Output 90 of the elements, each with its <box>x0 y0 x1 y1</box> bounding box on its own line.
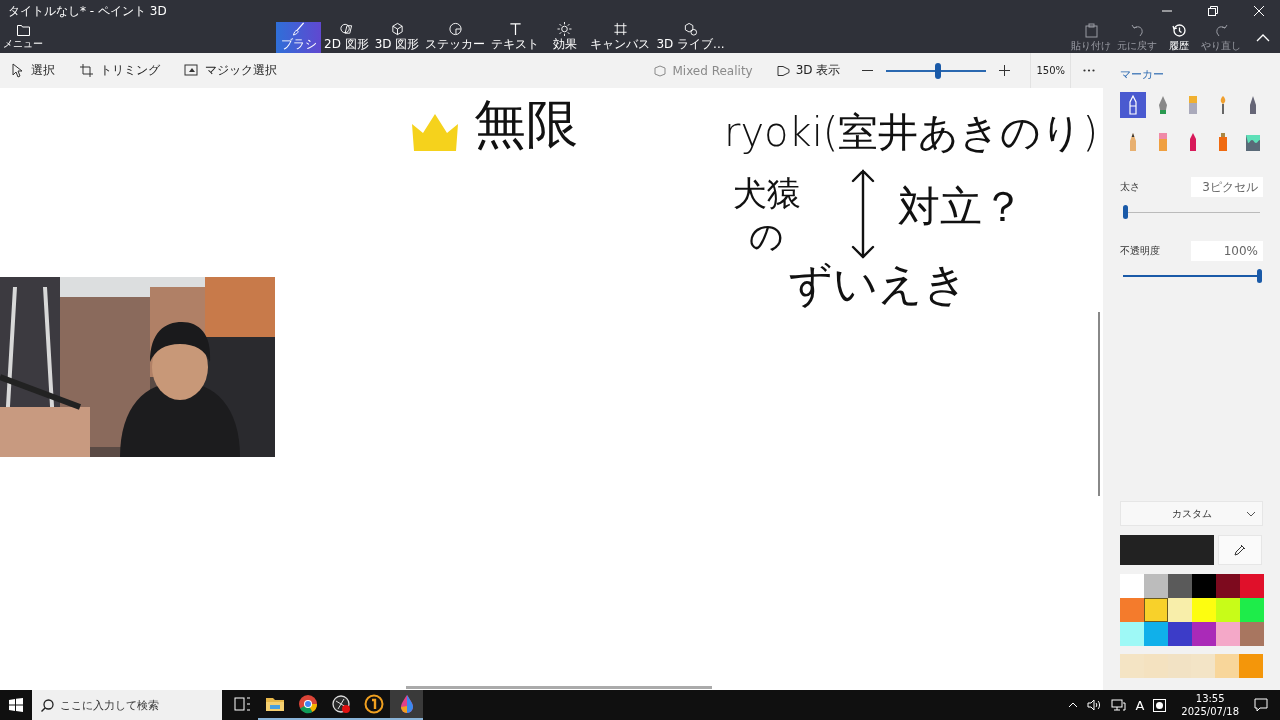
color-swatch[interactable] <box>1120 654 1144 678</box>
folder-icon <box>16 24 30 36</box>
notification-icon[interactable] <box>1254 698 1268 712</box>
menu-button[interactable]: メニュー <box>0 22 46 53</box>
clock-time[interactable]: 13:55 <box>1195 691 1225 705</box>
color-swatch[interactable] <box>1168 574 1192 598</box>
crown-drawing <box>410 112 460 152</box>
coin-icon <box>363 694 384 714</box>
eyedropper-icon <box>1234 544 1246 556</box>
color-swatch[interactable] <box>1192 598 1216 622</box>
color-swatch[interactable] <box>1240 622 1264 646</box>
color-swatch[interactable] <box>1240 574 1264 598</box>
setting-label: 太さ <box>1120 180 1140 194</box>
undo-icon <box>1129 22 1145 38</box>
color-swatch[interactable] <box>1168 598 1192 622</box>
tool-tab[interactable]: 2D 図形 <box>321 22 372 53</box>
shapes-icon <box>338 22 354 36</box>
color-swatch[interactable] <box>1216 598 1240 622</box>
panel-title: マーカー <box>1120 67 1165 82</box>
color-swatch[interactable] <box>1144 574 1168 598</box>
zoom-in-icon[interactable] <box>999 65 1011 76</box>
recorder-icon <box>330 694 351 714</box>
canvas-icon <box>612 22 628 36</box>
tool-tab[interactable]: 3D ライブ... <box>653 22 728 53</box>
brush-button[interactable] <box>1120 92 1146 118</box>
clock-date[interactable]: 2025/07/18 <box>1181 705 1239 719</box>
color-swatch[interactable] <box>1192 574 1216 598</box>
chrome-icon <box>297 694 318 714</box>
taskbar-button[interactable] <box>390 690 423 720</box>
color-swatch[interactable] <box>1240 598 1264 622</box>
windows-icon <box>9 698 23 712</box>
color-swatch[interactable] <box>1120 598 1144 622</box>
magic-button[interactable]: マジック選択 <box>184 62 277 79</box>
color-swatch[interactable] <box>1120 574 1144 598</box>
color-swatch[interactable] <box>1216 574 1240 598</box>
app-tray-icon[interactable] <box>1153 698 1167 712</box>
brush-icon <box>291 22 306 36</box>
select-button[interactable]: 選択 <box>10 62 55 79</box>
clipboard-icon <box>1083 22 1099 38</box>
color-mode-dropdown[interactable]: カスタム <box>1120 501 1263 526</box>
collapse-icon[interactable] <box>1256 33 1270 42</box>
color-swatch[interactable] <box>1239 654 1263 678</box>
color-swatch[interactable] <box>1192 622 1216 646</box>
sun-icon <box>557 22 573 36</box>
more-icon[interactable] <box>1083 69 1095 72</box>
volume-icon[interactable] <box>1087 699 1103 711</box>
color-swatch[interactable] <box>1215 654 1240 678</box>
search-field[interactable]: ここに入力して検索 <box>32 690 222 720</box>
value-field[interactable]: 3ピクセル <box>1191 177 1263 197</box>
handwritten-text: 無限 <box>474 96 578 154</box>
history-icon <box>1171 22 1187 38</box>
crop-button[interactable]: トリミング <box>79 62 160 79</box>
restore-icon[interactable] <box>1208 6 1218 16</box>
setting-label: 不透明度 <box>1120 244 1160 258</box>
chevron-down-icon <box>1246 511 1256 517</box>
slider-thumb[interactable] <box>1122 205 1128 219</box>
redo-icon <box>1213 22 1229 38</box>
tool-tab[interactable]: 3D 図形 <box>371 22 423 53</box>
handwritten-text: 対立？ <box>898 184 1024 231</box>
slider-thumb[interactable] <box>1257 269 1262 283</box>
tool-tab[interactable]: ステッカー <box>422 22 489 53</box>
color-swatch[interactable] <box>1120 622 1144 646</box>
tool-tab[interactable]: 効果 <box>542 22 588 53</box>
network-icon[interactable] <box>1111 699 1127 711</box>
history-button[interactable]: 履歴 <box>1160 22 1198 53</box>
3d-view-button[interactable]: 3D 表示 <box>776 62 841 79</box>
value-field[interactable]: 100% <box>1191 241 1263 261</box>
pointer-icon <box>10 63 25 78</box>
color-swatch[interactable] <box>1167 654 1192 678</box>
color-swatch[interactable] <box>1143 654 1168 678</box>
close-icon[interactable] <box>1254 6 1264 16</box>
handwritten-text: ずいえき <box>788 260 968 309</box>
task-view-icon <box>231 694 252 714</box>
color-swatch[interactable] <box>1144 622 1168 646</box>
text-icon <box>507 22 523 36</box>
tool-tab[interactable]: ブラシ <box>276 22 321 53</box>
handwritten-text: 犬猿の <box>731 172 802 257</box>
handwritten-text: ryoki(室井あきのり) <box>724 110 1099 154</box>
ime-indicator[interactable]: A <box>1135 697 1145 713</box>
tool-tab[interactable]: テキスト <box>488 22 543 53</box>
tool-tab[interactable]: キャンバス <box>587 22 654 53</box>
color-swatch[interactable] <box>1216 622 1240 646</box>
slider-thumb[interactable] <box>935 62 942 79</box>
color-swatch[interactable] <box>1168 622 1192 646</box>
window-title: タイトルなし* - ペイント 3D <box>7 2 167 20</box>
sticker-icon <box>447 22 463 36</box>
color-swatch[interactable] <box>1144 598 1168 622</box>
chevron-up-icon[interactable] <box>1068 702 1079 708</box>
color-swatch[interactable] <box>1191 654 1216 678</box>
crop-icon <box>79 63 94 78</box>
